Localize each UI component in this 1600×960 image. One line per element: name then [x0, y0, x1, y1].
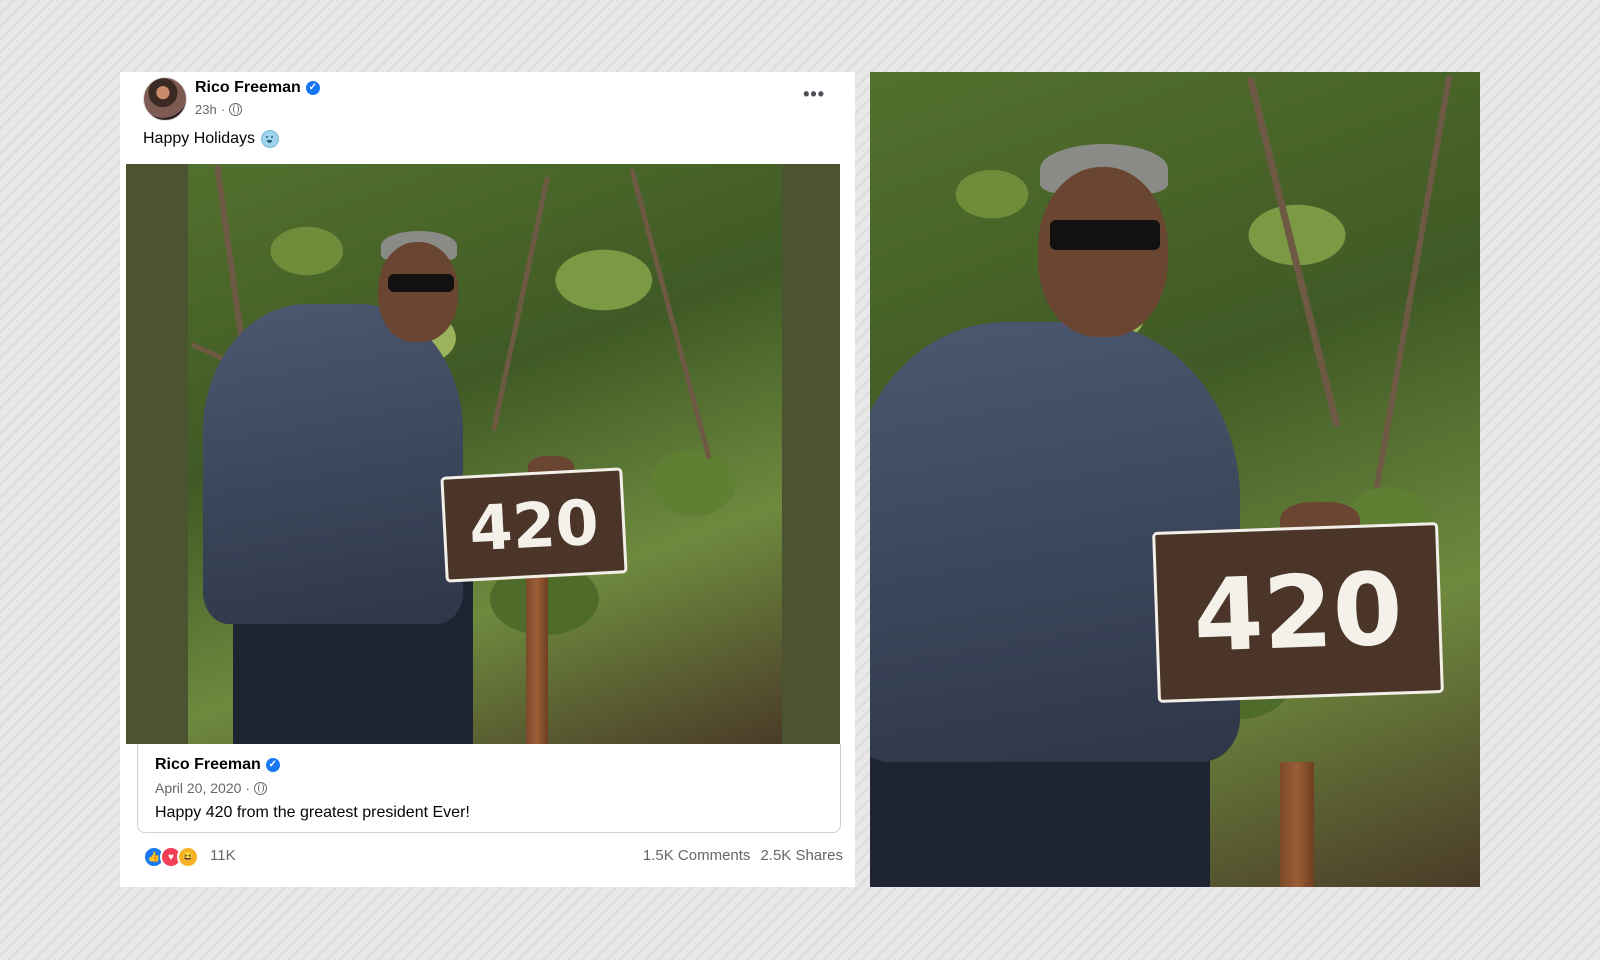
shared-post-date[interactable]: April 20, 2020 — [155, 780, 241, 796]
verified-badge-icon: ✓ — [265, 758, 280, 772]
comments-count[interactable]: 1.5K Comments — [643, 847, 751, 864]
reaction-icons[interactable]: 👍 ♥ 😆 — [143, 846, 199, 868]
post-stats: 1.5K Comments 2.5K Shares — [643, 847, 843, 864]
sunglasses — [388, 274, 454, 292]
emoji-icon — [261, 130, 280, 148]
sign-post — [526, 569, 548, 744]
more-options-button[interactable]: ••• — [803, 84, 825, 105]
author-avatar[interactable] — [143, 77, 187, 121]
post-caption: Happy Holidays — [143, 130, 280, 148]
post-author[interactable]: Rico Freeman ✓ — [195, 79, 320, 97]
person-jacket — [203, 304, 463, 624]
verified-badge-icon: ✓ — [305, 81, 320, 95]
shared-post-box[interactable]: Rico Freeman ✓ April 20, 2020 · Happy 42… — [137, 744, 841, 833]
post-author-name[interactable]: Rico Freeman — [195, 79, 301, 97]
post-time[interactable]: 23h — [195, 102, 217, 117]
sign-number: 420 — [467, 485, 601, 565]
person-face — [1038, 167, 1168, 337]
shares-count[interactable]: 2.5K Shares — [760, 847, 843, 864]
post-caption-text: Happy Holidays — [143, 130, 256, 147]
sign-420: 420 — [440, 467, 628, 583]
photo-scene: 420 — [188, 164, 782, 744]
haha-icon: 😆 — [177, 846, 199, 868]
globe-icon — [254, 781, 268, 795]
globe-icon — [229, 103, 243, 116]
sign-420: 420 — [1152, 522, 1444, 703]
person-face — [378, 242, 458, 342]
original-photo: 420 — [870, 72, 1480, 887]
sunglasses — [1050, 220, 1160, 250]
facebook-post: Rico Freeman ✓ 23h · ••• Happy Holidays … — [120, 72, 855, 887]
shared-photo[interactable]: 420 — [126, 164, 840, 744]
sign-number: 420 — [1191, 550, 1405, 675]
sign-post — [1280, 762, 1314, 887]
shared-post-author-name[interactable]: Rico Freeman — [155, 756, 261, 774]
shared-post-text: Happy 420 from the greatest president Ev… — [155, 804, 470, 821]
original-photo-scene: 420 — [870, 72, 1480, 887]
shared-post-meta: April 20, 2020 · — [155, 780, 268, 796]
post-meta: 23h · — [195, 102, 243, 117]
shared-post-author[interactable]: Rico Freeman ✓ — [155, 756, 280, 774]
reaction-count[interactable]: 11K — [210, 847, 236, 864]
post-footer: 👍 ♥ 😆 11K 1.5K Comments 2.5K Shares — [143, 844, 843, 868]
